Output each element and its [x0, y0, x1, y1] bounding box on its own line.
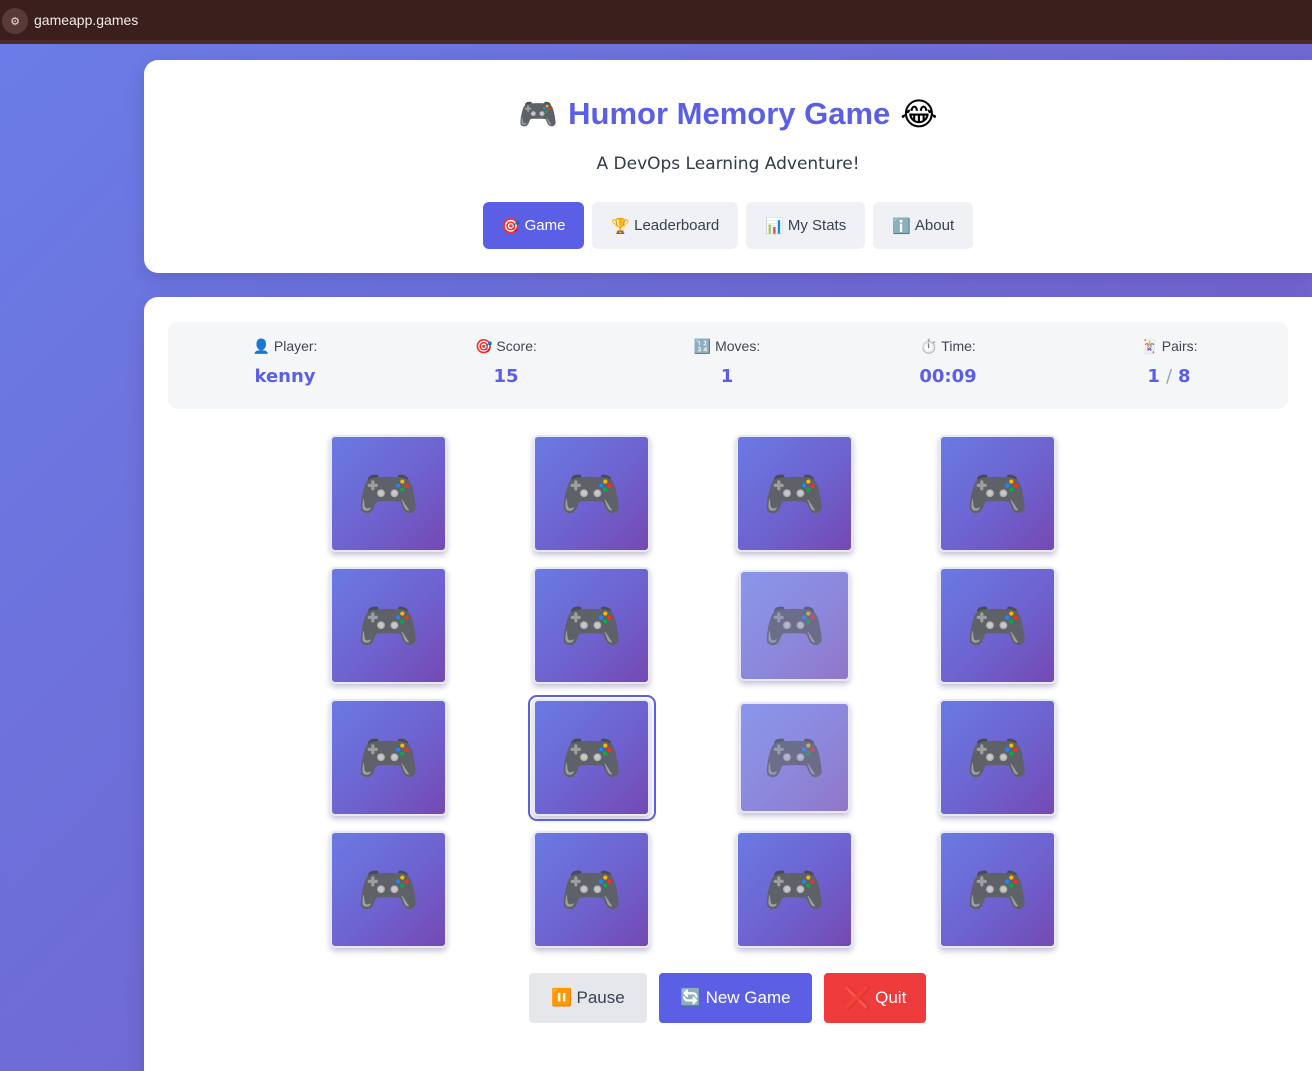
pause-icon: ⏸️ — [551, 988, 573, 1007]
memory-card[interactable]: 🎮 — [533, 567, 650, 684]
card-focus-ring — [528, 695, 656, 821]
bar-chart-icon: 📊 — [765, 217, 784, 235]
tab-about[interactable]: ℹ️ About — [873, 202, 974, 249]
stat-score-label: Score: — [496, 338, 537, 354]
gamepad-icon: 🎮 — [966, 596, 1029, 655]
trophy-icon: 🏆 — [611, 217, 631, 235]
pairs-separator: / — [1165, 366, 1173, 387]
quit-button[interactable]: ❌ Quit — [824, 973, 926, 1023]
memory-card[interactable]: 🎮 — [330, 435, 447, 552]
gamepad-icon: 🎮 — [966, 860, 1029, 919]
tab-my-stats[interactable]: 📊 My Stats — [746, 202, 866, 249]
tab-about-label: About — [914, 217, 955, 234]
memory-card: 🎮 — [739, 570, 850, 681]
gamepad-icon: 🎮 — [966, 728, 1029, 787]
stat-score: 🎯 Score: 15 — [396, 338, 616, 387]
memory-card[interactable]: 🎮 — [736, 435, 853, 552]
gamepad-icon: 🎮 — [763, 596, 826, 655]
header-card: 🎮 Humor Memory Game 😂 A DevOps Learning … — [144, 60, 1312, 273]
quit-label: Quit — [875, 988, 907, 1007]
url-text[interactable]: gameapp.games — [34, 12, 138, 28]
stat-pairs-label: Pairs: — [1161, 338, 1198, 354]
memory-card[interactable]: 🎮 — [330, 831, 447, 948]
memory-card[interactable]: 🎮 — [330, 699, 447, 816]
page-title: 🎮 Humor Memory Game 😂 — [144, 94, 1312, 134]
memory-card[interactable]: 🎮 — [330, 567, 447, 684]
target-icon: 🎯 — [475, 338, 493, 354]
gamepad-icon: 🎮 — [560, 464, 623, 523]
main-nav: 🎯 Game 🏆 Leaderboard 📊 My Stats ℹ️ About — [144, 202, 1312, 249]
memory-card[interactable]: 🎮 — [939, 435, 1056, 552]
memory-card[interactable]: 🎮 — [533, 831, 650, 948]
tab-leaderboard[interactable]: 🏆 Leaderboard — [592, 202, 739, 249]
memory-card[interactable]: 🎮 — [939, 567, 1056, 684]
game-card: 👤 Player: kenny 🎯 Score: 15 🔢 Moves: 1 ⏱… — [144, 297, 1312, 1071]
memory-card[interactable]: 🎮 — [736, 831, 853, 948]
user-icon: 👤 — [252, 338, 270, 354]
gamepad-icon: 🎮 — [763, 860, 826, 919]
gamepad-icon: 🎮 — [763, 464, 826, 523]
gamepad-icon: 🎮 — [763, 728, 826, 787]
gamepad-icon: 🎮 — [518, 95, 559, 133]
stat-time-value: 00:09 — [919, 366, 977, 387]
memory-card[interactable]: 🎮 — [533, 435, 650, 552]
new-game-label: New Game — [705, 988, 791, 1007]
memory-card[interactable]: 🎮 — [939, 831, 1056, 948]
stat-score-value: 15 — [493, 366, 519, 387]
memory-card[interactable]: 🎮 — [939, 699, 1056, 816]
pause-label: Pause — [576, 988, 625, 1007]
stat-time: ⏱️ Time: 00:09 — [838, 338, 1058, 387]
laughing-face-icon: 😂 — [900, 95, 938, 133]
gamepad-icon: 🎮 — [357, 860, 420, 919]
subtitle: A DevOps Learning Adventure! — [596, 154, 860, 174]
stopwatch-icon: ⏱️ — [920, 338, 938, 354]
close-icon: ❌ — [843, 985, 872, 1010]
new-game-button[interactable]: 🔄 New Game — [659, 973, 812, 1023]
numbers-icon: 🔢 — [693, 338, 712, 354]
info-icon: ℹ️ — [892, 217, 911, 235]
stat-pairs: 🃏 Pairs: 1/8 — [1059, 338, 1279, 387]
tab-game-label: Game — [524, 217, 566, 234]
tab-game[interactable]: 🎯 Game — [482, 202, 585, 249]
site-settings-icon[interactable]: ⚙ — [2, 8, 28, 34]
stats-bar: 👤 Player: kenny 🎯 Score: 15 🔢 Moves: 1 ⏱… — [168, 322, 1288, 409]
target-icon: 🎯 — [501, 217, 521, 235]
stat-moves-label: Moves: — [715, 338, 761, 354]
pairs-total: 8 — [1178, 366, 1191, 387]
tab-leaderboard-label: Leaderboard — [634, 217, 720, 234]
stat-player-label: Player: — [273, 338, 318, 354]
gamepad-icon: 🎮 — [560, 596, 623, 655]
tab-my-stats-label: My Stats — [787, 217, 847, 234]
gamepad-icon: 🎮 — [966, 464, 1029, 523]
gamepad-icon: 🎮 — [357, 728, 420, 787]
browser-address-bar: ⚙ gameapp.games — [0, 0, 1312, 44]
gamepad-icon: 🎮 — [560, 860, 623, 919]
stat-player-value: kenny — [254, 366, 316, 387]
pause-button[interactable]: ⏸️ Pause — [529, 973, 647, 1023]
stat-moves: 🔢 Moves: 1 — [617, 338, 837, 387]
stat-time-label: Time: — [941, 338, 976, 354]
refresh-icon: 🔄 — [680, 988, 702, 1007]
stat-moves-value: 1 — [720, 366, 734, 387]
memory-card: 🎮 — [739, 702, 850, 813]
pairs-found: 1 — [1147, 366, 1160, 387]
stat-pairs-value: 1/8 — [1059, 366, 1279, 387]
playing-card-icon: 🃏 — [1140, 338, 1158, 354]
stat-player: 👤 Player: kenny — [175, 338, 395, 387]
title-text: Humor Memory Game — [568, 96, 891, 131]
gamepad-icon: 🎮 — [357, 464, 420, 523]
gamepad-icon: 🎮 — [357, 596, 420, 655]
